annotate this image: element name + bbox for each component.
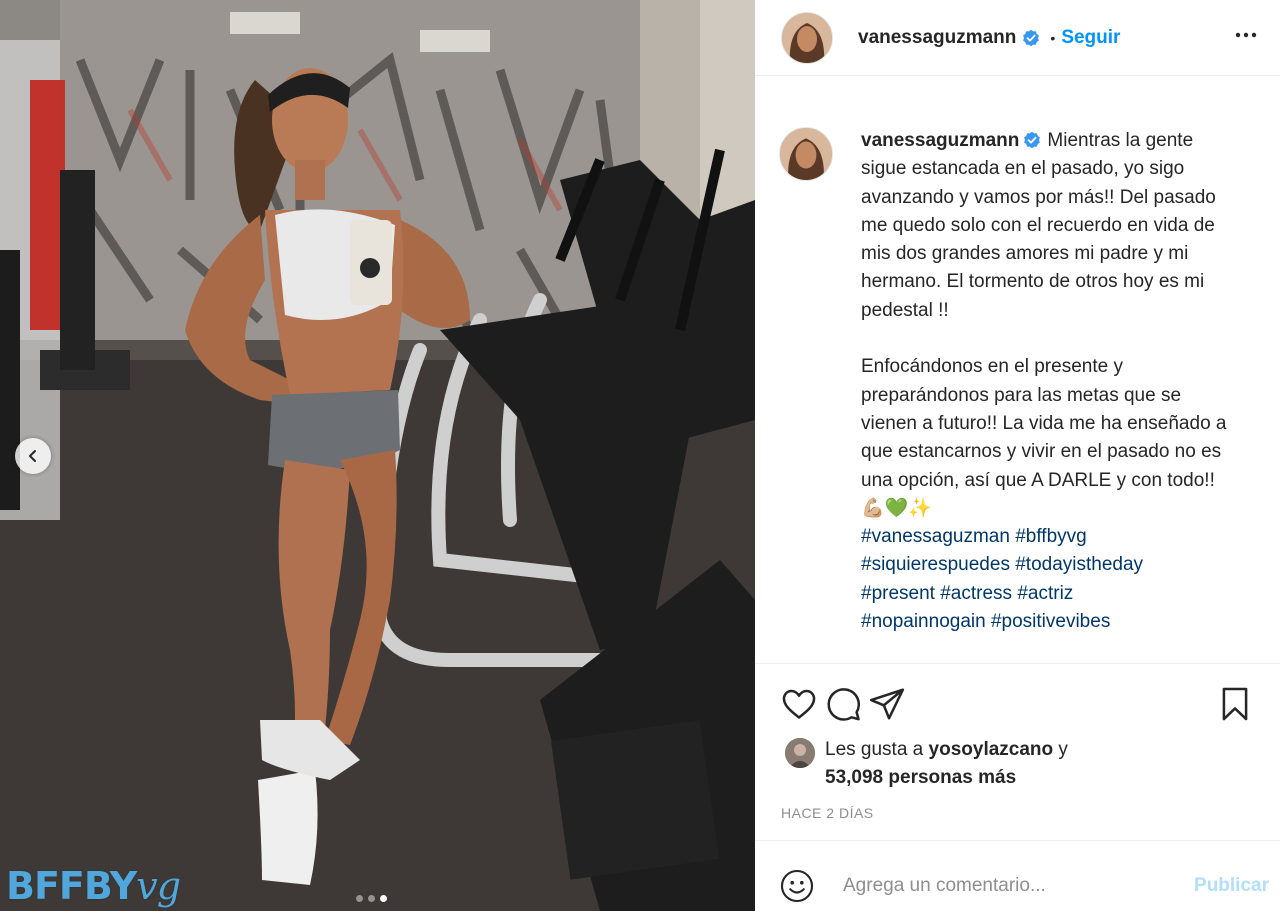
hashtag-link[interactable]: #bffbyvg: [1015, 526, 1086, 547]
avatar-image: [782, 12, 832, 63]
likes-count[interactable]: 53,098 personas más: [825, 767, 1016, 788]
hashtag-link[interactable]: #actress: [940, 583, 1012, 604]
divider: [755, 663, 1280, 664]
avatar-image: [780, 128, 832, 180]
caption-avatar[interactable]: [779, 127, 833, 181]
action-bar: [779, 682, 1259, 726]
likes-prefix: Les gusta a: [825, 739, 924, 760]
hashtag-link[interactable]: #nopainnogain: [861, 611, 986, 632]
verified-icon: [1024, 131, 1041, 149]
gym-photo: [0, 0, 755, 911]
liker-avatar[interactable]: [785, 738, 815, 768]
liked-by-user[interactable]: yosoylazcano: [929, 739, 1054, 760]
comment-form: Publicar: [779, 861, 1269, 911]
like-button[interactable]: [779, 684, 819, 724]
likes-and: y: [1058, 739, 1068, 760]
caption-body: Mientras la gente sigue estancada en el …: [861, 130, 1227, 519]
verified-icon: [1023, 29, 1040, 46]
hashtag-link[interactable]: #siquierespuedes: [861, 554, 1010, 575]
more-icon: [1235, 32, 1257, 38]
hashtag-link[interactable]: #present: [861, 583, 935, 604]
carousel-dot: [356, 895, 363, 902]
post-header: vanessaguzmann • Seguir: [755, 0, 1280, 76]
carousel-dot: [368, 895, 375, 902]
more-options-button[interactable]: [1228, 17, 1264, 58]
likes-text: Les gusta a yosoylazcano y 53,098 person…: [825, 736, 1068, 792]
likes-summary: Les gusta a yosoylazcano y 53,098 person…: [785, 736, 1068, 792]
divider: [755, 840, 1280, 841]
chevron-left-icon: [29, 450, 36, 462]
post-photo[interactable]: BFFBYvg: [0, 0, 755, 911]
heart-icon: [782, 689, 816, 719]
avatar-image: [785, 738, 815, 768]
avatar[interactable]: [781, 11, 833, 64]
post-timestamp[interactable]: HACE 2 DÍAS: [781, 805, 874, 821]
caption-comment: vanessaguzmann Mientras la gente sigue es…: [755, 95, 1280, 636]
caption-username[interactable]: vanessaguzmann: [861, 130, 1019, 151]
publish-button[interactable]: Publicar: [1194, 875, 1269, 897]
separator-dot: •: [1050, 29, 1056, 46]
comment-icon: [827, 688, 861, 721]
hashtag-link[interactable]: #actriz: [1017, 583, 1073, 604]
share-button[interactable]: [867, 684, 907, 724]
carousel-dot-active: [380, 895, 387, 902]
comment-input[interactable]: [841, 874, 1165, 898]
hashtag-link[interactable]: #todayistheday: [1015, 554, 1143, 575]
caption-text: vanessaguzmann Mientras la gente sigue es…: [861, 127, 1233, 636]
emoji-icon[interactable]: [779, 868, 815, 904]
carousel-prev-button[interactable]: [15, 438, 51, 474]
comment-button[interactable]: [823, 684, 863, 724]
share-icon: [869, 688, 905, 720]
follow-button[interactable]: Seguir: [1061, 27, 1120, 49]
comments-scroll-area[interactable]: vanessaguzmann Mientras la gente sigue es…: [755, 95, 1280, 655]
save-icon: [1222, 687, 1248, 721]
hashtag-link[interactable]: #positivevibes: [991, 611, 1110, 632]
watermark-logo: BFFBYvg: [6, 864, 181, 908]
post-sidebar: vanessaguzmann • Seguir vanessaguzmann Mi…: [755, 0, 1280, 911]
save-button[interactable]: [1215, 684, 1255, 724]
carousel-indicator: [356, 895, 387, 902]
hashtag-link[interactable]: #vanessaguzman: [861, 526, 1010, 547]
username[interactable]: vanessaguzmann: [858, 27, 1016, 49]
hashtag-list: #vanessaguzman #bffbyvg #siquierespuedes…: [861, 526, 1143, 632]
